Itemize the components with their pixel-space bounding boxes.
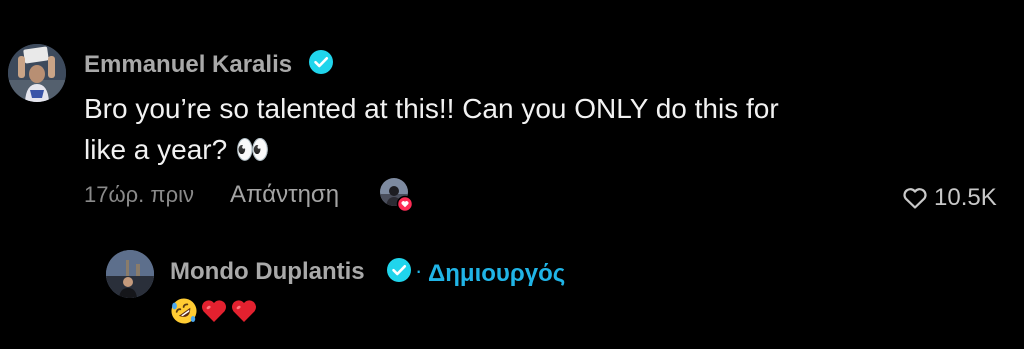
reply-author-username[interactable]: Mondo Duplantis [170, 260, 365, 284]
comment-timestamp: 17ώρ. πριν [84, 182, 194, 207]
heart-outline-icon [903, 188, 927, 209]
reply-text [170, 296, 258, 326]
reply-author-avatar[interactable] [106, 250, 154, 298]
red-heart-emoji [232, 300, 257, 322]
creator-label: Δημιουργός [428, 260, 566, 287]
avatar-photo-icon [8, 44, 66, 102]
reply-button[interactable]: Απάντηση [230, 183, 339, 207]
red-heart-emoji [202, 300, 227, 322]
separator-dot: · [415, 258, 423, 283]
comment-text-line-2: like a year? 👀 [84, 134, 270, 165]
like-count: 10.5K [934, 184, 997, 211]
commenter-avatar[interactable] [8, 44, 66, 102]
comment-text-line-1: Bro you’re so talented at this!! Can you… [84, 93, 779, 124]
comment-text: Bro you’re so talented at this!! Can you… [84, 88, 904, 170]
creator-liked-avatar-icon [380, 178, 414, 213]
avatar-photo-icon [106, 250, 154, 298]
verified-check-icon [309, 50, 333, 74]
rolling-on-floor-laughing-emoji [171, 298, 197, 324]
like-button[interactable]: 10.5K [902, 184, 997, 212]
commenter-username[interactable]: Emmanuel Karalis [84, 53, 292, 77]
verified-check-icon [387, 258, 411, 282]
